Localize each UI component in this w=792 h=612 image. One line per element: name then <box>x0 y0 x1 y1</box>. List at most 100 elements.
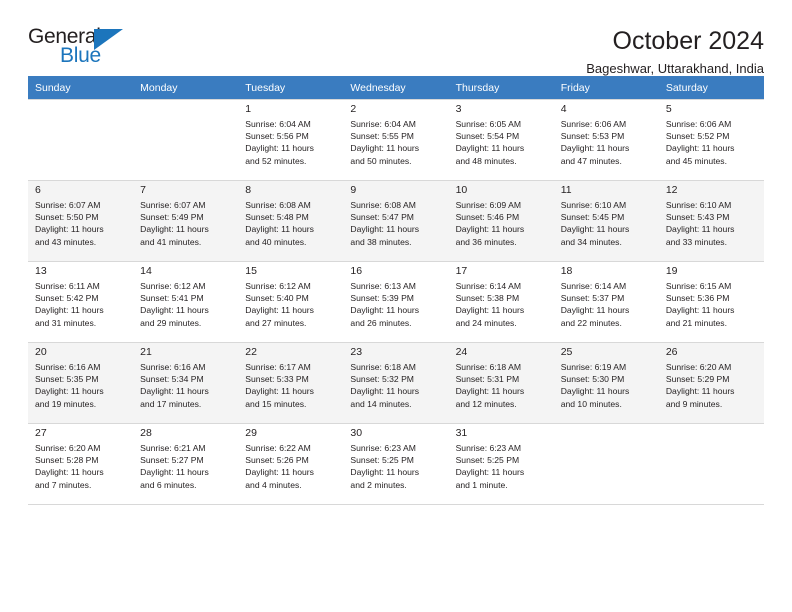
calendar-day-cell[interactable]: 6 Sunrise: 6:07 AM Sunset: 5:50 PM Daylight… <box>28 180 134 262</box>
calendar-day-cell[interactable]: 20 Sunrise: 6:16 AM Sunset: 5:35 PM Dayligh… <box>28 342 134 424</box>
calendar-day-cell[interactable]: 23 Sunrise: 6:18 AM Sunset: 5:32 PM Dayligh… <box>343 342 449 424</box>
daylight-text-line2: and 2 minutes. <box>350 479 407 490</box>
calendar-day-cell[interactable]: 5 Sunrise: 6:06 AM Sunset: 5:52 PM Daylight… <box>658 99 764 181</box>
sunset-text: Sunset: 5:26 PM <box>245 455 309 466</box>
sunset-text: Sunset: 5:31 PM <box>455 374 520 385</box>
daylight-text-line2: and 21 minutes. <box>665 317 727 328</box>
calendar-day-cell[interactable]: 9 Sunrise: 6:08 AM Sunset: 5:47 PM Daylight… <box>343 180 449 262</box>
calendar-day-cell[interactable]: 14 Sunrise: 6:12 AM Sunset: 5:41 PM Dayligh… <box>133 261 239 343</box>
calendar-day-cell[interactable]: 13 Sunrise: 6:11 AM Sunset: 5:42 PM Dayligh… <box>28 261 134 343</box>
sunrise-text: Sunrise: 6:12 AM <box>245 281 311 291</box>
daylight-text-line1: Daylight: 11 hours <box>140 305 209 316</box>
sunrise-text: Sunrise: 6:13 AM <box>350 281 416 291</box>
daylight-text-line1: Daylight: 11 hours <box>350 305 420 316</box>
calendar-day-cell[interactable]: 25 Sunrise: 6:19 AM Sunset: 5:30 PM Dayligh… <box>553 342 659 424</box>
daylight-text-line2: and 47 minutes. <box>560 155 622 166</box>
calendar-day-cell[interactable]: 16 Sunrise: 6:13 AM Sunset: 5:39 PM Dayligh… <box>343 261 449 343</box>
calendar-day-cell[interactable]: 2 Sunrise: 6:04 AM Sunset: 5:55 PM Daylight… <box>343 99 449 181</box>
day-sun-details: Sunrise: 6:05 AM Sunset: 5:54 PM Daylight:… <box>456 118 548 167</box>
calendar-day-cell[interactable]: 7 Sunrise: 6:07 AM Sunset: 5:49 PM Daylight… <box>133 180 239 262</box>
calendar-day-cell[interactable]: 11 Sunrise: 6:10 AM Sunset: 5:45 PM Dayligh… <box>553 180 659 262</box>
sunrise-text: Sunrise: 6:06 AM <box>560 119 627 129</box>
daylight-text-line1: Daylight: 11 hours <box>245 386 314 397</box>
day-cell-content: 22 Sunrise: 6:17 AM Sunset: 5:33 PM Dayligh… <box>238 343 343 410</box>
sunset-text: Sunset: 5:29 PM <box>665 374 730 385</box>
sunrise-text: Sunrise: 6:11 AM <box>35 281 100 291</box>
calendar-day-cell[interactable]: 10 Sunrise: 6:09 AM Sunset: 5:46 PM Dayligh… <box>448 180 554 262</box>
daylight-text-line1: Daylight: 11 hours <box>665 143 735 154</box>
weekday-header-saturday: Saturday <box>658 76 764 100</box>
weekday-header-wednesday: Wednesday <box>343 76 449 100</box>
daylight-text-line2: and 48 minutes. <box>455 155 517 166</box>
daylight-text-line1: Daylight: 11 hours <box>350 143 420 154</box>
day-sun-details: Sunrise: 6:23 AM Sunset: 5:25 PM Daylight:… <box>456 442 548 491</box>
calendar-header-row: Sunday Monday Tuesday Wednesday Thursday… <box>28 76 764 100</box>
day-sun-details: Sunrise: 6:22 AM Sunset: 5:26 PM Daylight:… <box>245 442 337 491</box>
calendar-day-cell[interactable]: 18 Sunrise: 6:14 AM Sunset: 5:37 PM Dayligh… <box>553 261 659 343</box>
calendar-day-cell[interactable]: 31 Sunrise: 6:23 AM Sunset: 5:25 PM Dayligh… <box>448 423 554 505</box>
day-number: 22 <box>245 346 257 358</box>
day-sun-details: Sunrise: 6:14 AM Sunset: 5:38 PM Daylight:… <box>456 280 548 329</box>
daylight-text-line2: and 31 minutes. <box>35 317 97 328</box>
day-cell-content: 20 Sunrise: 6:16 AM Sunset: 5:35 PM Dayligh… <box>28 343 133 410</box>
calendar-day-cell[interactable]: 21 Sunrise: 6:16 AM Sunset: 5:34 PM Dayligh… <box>133 342 239 424</box>
sunset-text: Sunset: 5:45 PM <box>560 212 625 223</box>
calendar-day-cell[interactable]: 28 Sunrise: 6:21 AM Sunset: 5:27 PM Dayligh… <box>133 423 239 505</box>
daylight-text-line1: Daylight: 11 hours <box>245 224 314 235</box>
calendar-day-cell[interactable]: 4 Sunrise: 6:06 AM Sunset: 5:53 PM Daylight… <box>553 99 659 181</box>
sunrise-text: Sunrise: 6:04 AM <box>245 119 311 129</box>
calendar-day-cell-empty <box>133 99 239 181</box>
calendar-day-cell[interactable]: 19 Sunrise: 6:15 AM Sunset: 5:36 PM Dayligh… <box>658 261 764 343</box>
calendar-day-cell[interactable]: 29 Sunrise: 6:22 AM Sunset: 5:26 PM Dayligh… <box>238 423 344 505</box>
calendar-day-cell[interactable]: 3 Sunrise: 6:05 AM Sunset: 5:54 PM Daylight… <box>448 99 554 181</box>
sunrise-text: Sunrise: 6:12 AM <box>140 281 206 291</box>
sunrise-text: Sunrise: 6:23 AM <box>455 443 522 453</box>
daylight-text-line2: and 9 minutes. <box>665 398 723 409</box>
sunrise-text: Sunrise: 6:08 AM <box>245 200 311 210</box>
sunrise-text: Sunrise: 6:22 AM <box>245 443 311 453</box>
daylight-text-line2: and 26 minutes. <box>350 317 412 328</box>
day-cell-content: 9 Sunrise: 6:08 AM Sunset: 5:47 PM Daylight… <box>343 181 448 248</box>
day-cell-content: 1 Sunrise: 6:04 AM Sunset: 5:56 PM Daylight… <box>238 100 343 167</box>
sunset-text: Sunset: 5:27 PM <box>140 455 204 466</box>
sunset-text: Sunset: 5:36 PM <box>665 293 730 304</box>
calendar-day-cell[interactable]: 24 Sunrise: 6:18 AM Sunset: 5:31 PM Dayligh… <box>448 342 554 424</box>
day-cell-content: 4 Sunrise: 6:06 AM Sunset: 5:53 PM Daylight… <box>554 100 659 167</box>
sunset-text: Sunset: 5:52 PM <box>665 131 730 142</box>
day-number: 11 <box>560 184 572 196</box>
calendar-day-cell[interactable]: 26 Sunrise: 6:20 AM Sunset: 5:29 PM Dayligh… <box>658 342 764 424</box>
calendar-day-cell[interactable]: 22 Sunrise: 6:17 AM Sunset: 5:33 PM Dayligh… <box>238 342 344 424</box>
general-blue-logo[interactable]: General Blue <box>28 26 140 72</box>
calendar-day-cell[interactable]: 8 Sunrise: 6:08 AM Sunset: 5:48 PM Daylight… <box>238 180 344 262</box>
day-cell-content: 31 Sunrise: 6:23 AM Sunset: 5:25 PM Dayligh… <box>449 424 554 491</box>
daylight-text-line2: and 22 minutes. <box>560 317 622 328</box>
calendar-day-cell[interactable]: 30 Sunrise: 6:23 AM Sunset: 5:25 PM Dayligh… <box>343 423 449 505</box>
sunset-text: Sunset: 5:34 PM <box>140 374 204 385</box>
day-number: 10 <box>455 184 468 196</box>
day-number: 13 <box>35 265 47 277</box>
calendar-day-cell[interactable]: 12 Sunrise: 6:10 AM Sunset: 5:43 PM Dayligh… <box>658 180 764 262</box>
day-sun-details: Sunrise: 6:11 AM Sunset: 5:42 PM Daylight:… <box>35 280 127 329</box>
daylight-text-line1: Daylight: 11 hours <box>350 224 420 235</box>
day-cell-content: 16 Sunrise: 6:13 AM Sunset: 5:39 PM Dayligh… <box>343 262 448 329</box>
sunrise-text: Sunrise: 6:20 AM <box>665 362 732 372</box>
calendar-day-cell[interactable]: 15 Sunrise: 6:12 AM Sunset: 5:40 PM Dayligh… <box>238 261 344 343</box>
day-cell-content: 17 Sunrise: 6:14 AM Sunset: 5:38 PM Dayligh… <box>449 262 554 329</box>
sunset-text: Sunset: 5:30 PM <box>560 374 625 385</box>
sunrise-text: Sunrise: 6:14 AM <box>455 281 522 291</box>
daylight-text-line1: Daylight: 11 hours <box>665 386 735 397</box>
day-number: 25 <box>560 346 573 358</box>
calendar-day-cell[interactable]: 1 Sunrise: 6:04 AM Sunset: 5:56 PM Daylight… <box>238 99 344 181</box>
calendar-day-cell[interactable]: 17 Sunrise: 6:14 AM Sunset: 5:38 PM Dayligh… <box>448 261 554 343</box>
sunset-text: Sunset: 5:32 PM <box>350 374 414 385</box>
day-sun-details: Sunrise: 6:07 AM Sunset: 5:50 PM Daylight:… <box>35 199 127 248</box>
day-sun-details: Sunrise: 6:06 AM Sunset: 5:52 PM Daylight:… <box>666 118 758 167</box>
weekday-header-friday: Friday <box>553 76 659 100</box>
sunset-text: Sunset: 5:40 PM <box>245 293 309 304</box>
calendar-page: General Blue October 2024 Bageshwar, Utt… <box>0 0 792 612</box>
day-number: 18 <box>560 265 573 277</box>
page-subtitle: Bageshwar, Uttarakhand, India <box>586 61 764 76</box>
daylight-text-line1: Daylight: 11 hours <box>455 305 525 316</box>
calendar-day-cell[interactable]: 27 Sunrise: 6:20 AM Sunset: 5:28 PM Dayligh… <box>28 423 134 505</box>
daylight-text-line2: and 36 minutes. <box>455 236 517 247</box>
